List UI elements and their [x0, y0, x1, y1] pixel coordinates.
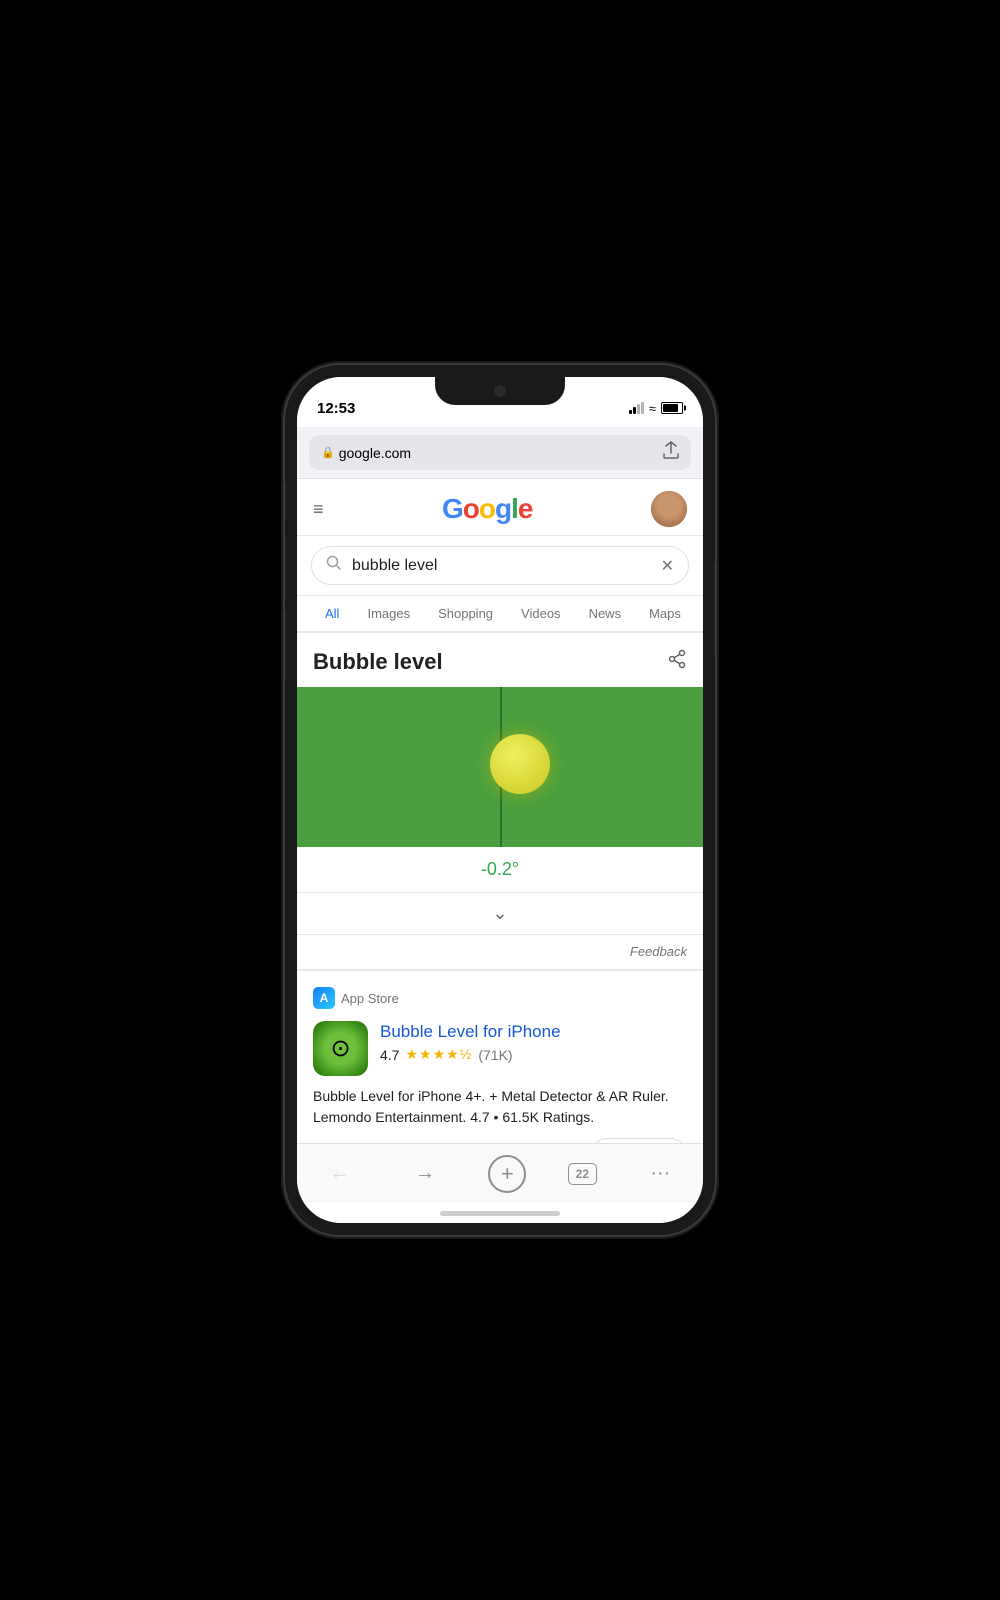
tab-maps[interactable]: Maps [635, 596, 695, 633]
app-title[interactable]: Bubble Level for iPhone [380, 1022, 561, 1041]
app-icon-inner: ⊙ [313, 1021, 368, 1076]
side-button-power [714, 565, 715, 655]
feedback-row: Feedback [297, 935, 703, 970]
bubble-reading: -0.2° [297, 847, 703, 893]
search-bar-container: bubble level ✕ [297, 536, 703, 596]
page-content: ≡ Google bubble level [297, 479, 703, 1143]
clear-search-button[interactable]: ✕ [661, 556, 674, 576]
google-header: ≡ Google [297, 479, 703, 536]
signal-icon [629, 402, 644, 414]
stars-icon: ★★★★½ [405, 1046, 472, 1063]
signal-bar-2 [633, 407, 636, 414]
expand-button[interactable]: ⌄ [297, 893, 703, 935]
status-icons: ≈ [629, 401, 683, 416]
share-button[interactable] [663, 441, 679, 464]
feedback-link[interactable]: Feedback [630, 944, 687, 959]
signal-bar-1 [629, 410, 632, 414]
more-button[interactable]: ··· [638, 1152, 682, 1196]
new-tab-button[interactable]: + [488, 1155, 526, 1193]
user-avatar[interactable] [651, 491, 687, 527]
bubble-circle [490, 734, 550, 794]
browser-nav: ← → + 22 ··· [297, 1143, 703, 1203]
app-icon: ⊙ [313, 1021, 368, 1076]
lock-icon: 🔒 [321, 446, 335, 459]
signal-bar-4 [641, 402, 644, 414]
url-text: google.com [339, 445, 411, 461]
status-bar: 12:53 ≈ [297, 377, 703, 427]
chevron-down-icon: ⌄ [492, 903, 507, 923]
search-bar[interactable]: bubble level ✕ [311, 546, 689, 585]
app-description: Bubble Level for iPhone 4+. + Metal Dete… [313, 1086, 687, 1128]
app-rating-row: 4.7 ★★★★½ (71K) [380, 1046, 687, 1063]
battery-fill [663, 404, 678, 412]
notch [435, 377, 565, 405]
app-store-badge-icon: A [313, 987, 335, 1009]
app-store-label: A App Store [313, 987, 687, 1009]
wifi-icon: ≈ [649, 401, 656, 416]
back-button[interactable]: ← [318, 1152, 362, 1196]
bubble-title: Bubble level [313, 649, 443, 675]
google-logo: Google [442, 493, 532, 525]
phone-screen: 12:53 ≈ 🔒 google.com [297, 377, 703, 1223]
rating-number: 4.7 [380, 1047, 399, 1063]
reading-value: -0.2° [481, 859, 519, 879]
url-bar[interactable]: 🔒 google.com [309, 435, 691, 470]
logo-e: e [518, 493, 533, 524]
bubble-widget: Bubble level -0.2° [297, 633, 703, 971]
tab-shopping[interactable]: Shopping [424, 596, 507, 633]
tab-books[interactable]: B [695, 596, 703, 633]
battery-icon [661, 402, 683, 414]
tab-switcher-button[interactable]: 22 [568, 1163, 597, 1185]
bubble-visual[interactable] [297, 687, 703, 847]
hamburger-menu[interactable]: ≡ [313, 499, 324, 520]
search-query: bubble level [352, 557, 651, 575]
phone-shell: 12:53 ≈ 🔒 google.com [285, 365, 715, 1235]
tab-images[interactable]: Images [353, 596, 424, 633]
tab-all[interactable]: All [311, 596, 353, 633]
logo-g: G [442, 493, 463, 524]
logo-g2: g [495, 493, 511, 524]
signal-bar-3 [637, 404, 640, 414]
logo-l: l [511, 493, 518, 524]
search-icon [326, 555, 342, 576]
app-store-card: A App Store ⊙ Bubble Level for iPhone 4.… [297, 971, 703, 1143]
app-info-row: ⊙ Bubble Level for iPhone 4.7 ★★★★½ (71K… [313, 1021, 687, 1076]
avatar-face [651, 491, 687, 527]
home-bar [440, 1211, 560, 1216]
logo-o2: o [479, 493, 495, 524]
rating-count: (71K) [478, 1047, 512, 1063]
tab-videos[interactable]: Videos [507, 596, 575, 633]
bubble-share-icon[interactable] [667, 649, 687, 675]
tab-news[interactable]: News [575, 596, 636, 633]
browser-bar: 🔒 google.com [297, 427, 703, 479]
home-indicator [297, 1203, 703, 1223]
logo-o1: o [463, 493, 479, 524]
url-content: 🔒 google.com [321, 445, 411, 461]
app-store-name: App Store [341, 991, 399, 1006]
side-button-volume-up [285, 535, 286, 600]
side-button-mute [285, 485, 286, 521]
status-time: 12:53 [317, 400, 355, 417]
app-details: Bubble Level for iPhone 4.7 ★★★★½ (71K) [380, 1021, 687, 1063]
side-button-volume-down [285, 613, 286, 678]
forward-button[interactable]: → [403, 1152, 447, 1196]
bubble-header: Bubble level [297, 633, 703, 687]
notch-camera [494, 385, 506, 397]
search-tabs: All Images Shopping Videos News Maps B [297, 596, 703, 633]
